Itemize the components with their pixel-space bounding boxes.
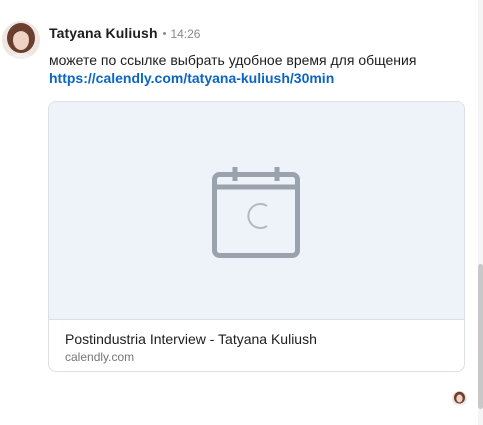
header-separator: • xyxy=(162,28,167,40)
calendar-icon xyxy=(212,167,300,258)
message-timestamp: 14:26 xyxy=(170,27,201,41)
read-receipt-avatar xyxy=(452,391,467,406)
link-preview-title[interactable]: Postindustria Interview - Tatyana Kulius… xyxy=(65,331,317,347)
sender-avatar[interactable] xyxy=(2,21,40,59)
link-preview-domain: calendly.com xyxy=(65,350,135,364)
sender-name[interactable]: Tatyana Kuliush xyxy=(49,25,158,41)
scrollbar-thumb[interactable] xyxy=(478,264,483,409)
message-link[interactable]: https://calendly.com/tatyana-kuliush/30m… xyxy=(49,70,334,86)
link-preview-card[interactable]: Postindustria Interview - Tatyana Kulius… xyxy=(48,101,465,372)
message-text: можете по ссылке выбрать удобное время д… xyxy=(49,52,417,68)
message-body: можете по ссылке выбрать удобное время д… xyxy=(49,51,469,87)
scrollbar-track[interactable] xyxy=(478,0,483,425)
message-header: Tatyana Kuliush • 14:26 xyxy=(49,25,200,43)
link-preview-image xyxy=(49,102,464,320)
